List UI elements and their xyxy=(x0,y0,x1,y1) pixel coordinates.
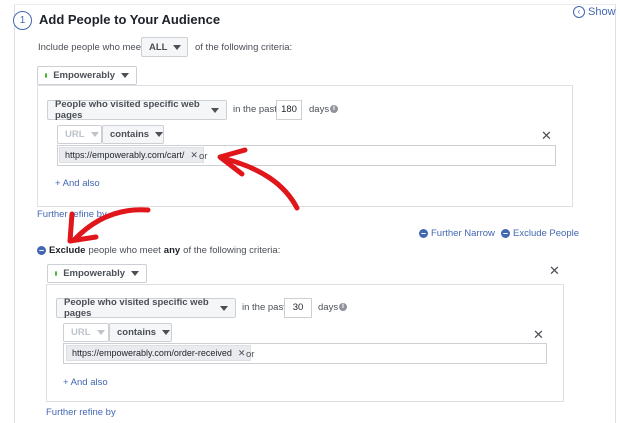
annotation-arrows xyxy=(67,147,300,244)
annotation-arrow-include xyxy=(217,147,300,211)
annotation-arrow-exclude xyxy=(67,207,151,244)
